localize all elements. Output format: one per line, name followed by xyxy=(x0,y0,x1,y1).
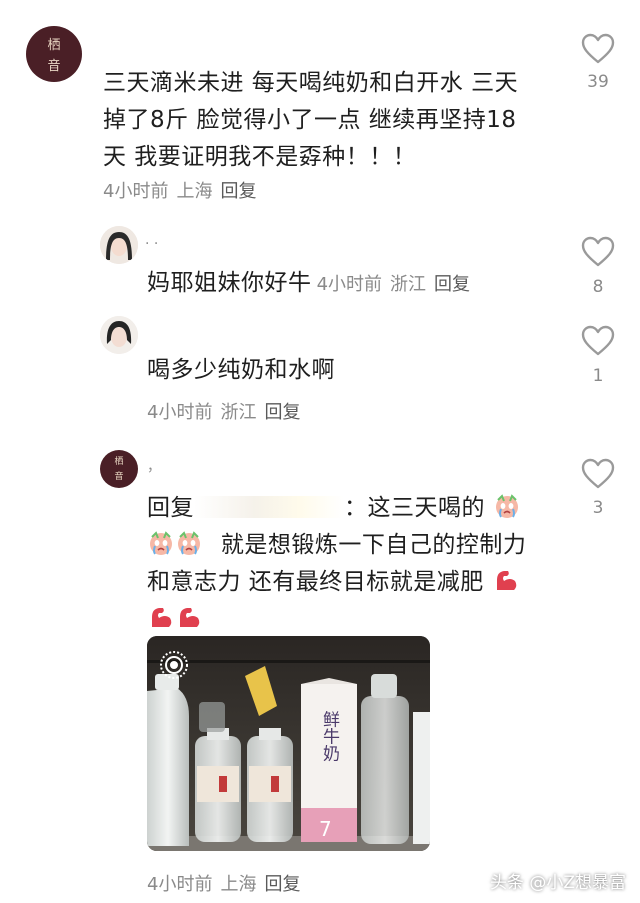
avatar-text: 栖 xyxy=(47,38,61,53)
reply-button[interactable]: 回复 xyxy=(220,181,256,202)
username[interactable]: ， xyxy=(147,456,161,476)
like-count: 3 xyxy=(592,498,604,518)
avatar-photo xyxy=(100,316,138,354)
crying-emoji-icon xyxy=(178,531,200,555)
reply-line: 就是想锻炼一下自己的控制力 xyxy=(147,527,526,564)
avatar[interactable] xyxy=(100,316,138,354)
location: 浙江 xyxy=(390,274,427,295)
reply-button[interactable]: 回复 xyxy=(264,874,300,895)
attached-photo[interactable]: 鲜牛奶 7 xyxy=(147,636,430,851)
timestamp: 4小时前 xyxy=(316,274,383,295)
reply-button[interactable]: 回复 xyxy=(264,402,300,423)
reply-text: 回复 ：这三天喝的 就是想锻炼一下自己的控制力 和意志力 还有最终目标就是减肥 xyxy=(147,490,526,638)
location: 上海 xyxy=(176,181,213,202)
crying-emoji-icon xyxy=(495,494,518,518)
comment-line: 天 我要证明我不是孬种！！！ xyxy=(103,144,417,170)
live-photo-icon[interactable] xyxy=(159,650,189,680)
reply-row: 妈耶姐妹你好牛 4小时前 浙江 回复 xyxy=(147,268,478,298)
reply-line-text: 和意志力 还有最终目标就是减肥 xyxy=(147,569,484,595)
like-count: 39 xyxy=(587,72,609,92)
svg-text:鲜牛奶: 鲜牛奶 xyxy=(319,710,340,761)
location: 上海 xyxy=(220,874,257,895)
location: 浙江 xyxy=(220,402,257,423)
avatar-text: 栖 xyxy=(114,457,124,467)
comment-text: 三天滴米未进 每天喝纯奶和白开水 三天 掉了8斤 脸觉得小了一点 继续再坚持18… xyxy=(103,65,518,176)
photo-drawing: 鲜牛奶 7 xyxy=(147,636,430,851)
avatar[interactable]: 栖 音 xyxy=(100,450,138,488)
reply-button[interactable]: 回复 xyxy=(434,274,470,295)
crying-emoji-icon xyxy=(150,531,172,555)
reply-line: 和意志力 还有最终目标就是减肥 xyxy=(147,564,526,601)
flexed-biceps-icon xyxy=(152,608,172,627)
blurred-username xyxy=(194,496,344,518)
avatar-text: 音 xyxy=(47,59,61,74)
reply-line: 回复 ：这三天喝的 xyxy=(147,490,526,527)
heart-icon[interactable] xyxy=(581,458,615,490)
timestamp: 4小时前 xyxy=(147,874,213,895)
avatar-text: 音 xyxy=(114,472,124,482)
comment-meta: 4小时前 上海 回复 xyxy=(103,177,264,203)
reply-text: 喝多少纯奶和水啊 xyxy=(147,357,335,383)
flexed-biceps-icon xyxy=(180,608,200,627)
flexed-biceps-icon xyxy=(496,571,516,590)
reply-text: 妈耶姐妹你好牛 xyxy=(147,270,312,296)
like-count: 1 xyxy=(592,366,604,386)
avatar-photo xyxy=(100,226,138,264)
heart-icon[interactable] xyxy=(581,236,615,268)
svg-text:7: 7 xyxy=(319,817,332,841)
reply-line-text: ：这三天喝的 xyxy=(344,495,485,521)
heart-icon[interactable] xyxy=(581,325,615,357)
heart-icon[interactable] xyxy=(581,33,615,65)
milk-carton: 鲜牛奶 7 xyxy=(301,678,357,842)
like-count: 8 xyxy=(592,277,604,297)
comment-line: 掉了8斤 脸觉得小了一点 继续再坚持18 xyxy=(103,107,517,133)
avatar[interactable] xyxy=(100,226,138,264)
username[interactable]: · · xyxy=(145,236,158,252)
comment-line: 三天滴米未进 每天喝纯奶和白开水 三天 xyxy=(103,70,519,96)
reply-line-text: 就是想锻炼一下自己的控制力 xyxy=(220,532,527,558)
reply-prefix: 回复 xyxy=(147,495,194,521)
watermark: 头条 @小Z想暴富 xyxy=(489,873,626,893)
timestamp: 4小时前 xyxy=(147,402,213,423)
reply-meta: 4小时前 浙江 回复 xyxy=(147,398,308,424)
reply-meta: 4小时前 上海 回复 xyxy=(147,870,308,896)
reply-line xyxy=(147,601,526,638)
timestamp: 4小时前 xyxy=(103,181,169,202)
avatar[interactable]: 栖 音 xyxy=(26,26,82,82)
